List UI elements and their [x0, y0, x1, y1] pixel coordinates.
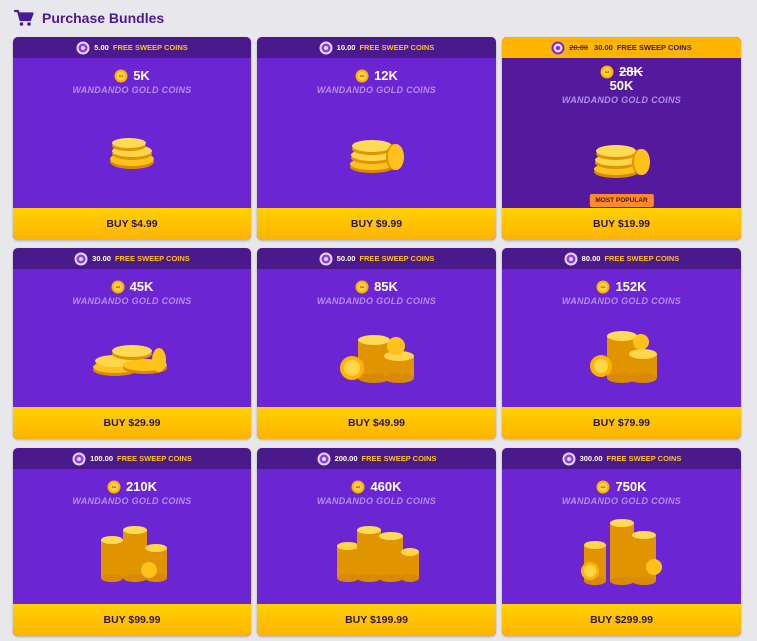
gold-amount: 12K: [374, 68, 398, 83]
coin-stack-image: [257, 306, 496, 407]
sweep-amount: 80.00: [581, 254, 601, 263]
sweep-label: FREE SWEEP COINS: [604, 254, 680, 263]
sweep-amount: 30.00: [594, 43, 613, 52]
sweep-label: FREE SWEEP COINS: [117, 454, 192, 463]
bundle-card: 80.00 FREE SWEEP COINS 152K WANDANDO GOL…: [502, 248, 741, 439]
bundle-card: 100.00 FREE SWEEP COINS 210K WANDANDO GO…: [13, 448, 251, 636]
gold-coin-icon: [355, 280, 369, 293]
gold-amount: 460K: [370, 479, 402, 494]
sweep-label: FREE SWEEP COINS: [606, 454, 682, 463]
sweep-amount: 10.00: [336, 43, 356, 52]
coin-stack-image: [13, 506, 251, 604]
sweep-coin-icon: [76, 41, 90, 54]
sweep-bonus-bar: 100.00 FREE SWEEP COINS: [13, 448, 251, 469]
sweep-coin-icon: [319, 252, 333, 265]
gold-coin-label: WANDANDO GOLD COINS: [72, 496, 192, 506]
sweep-amount: 200.00: [334, 454, 358, 463]
gold-coin-icon: [351, 480, 365, 493]
gold-coin-icon: [114, 69, 128, 82]
gold-amount: 50K: [609, 78, 634, 93]
sweep-coin-icon: [564, 252, 578, 265]
gold-coin-icon: [600, 65, 614, 78]
sweep-bonus-bar: 200.00 FREE SWEEP COINS: [257, 448, 496, 469]
gold-coin-label: WANDANDO GOLD COINS: [561, 496, 682, 506]
buy-button[interactable]: BUY $4.99: [13, 208, 251, 240]
gold-coin-label: WANDANDO GOLD COINS: [72, 296, 192, 306]
most-popular-badge: MOST POPULAR: [589, 194, 654, 207]
bundle-card-featured: 20.00 30.00 FREE SWEEP COINS 28K 50K WAN…: [502, 37, 741, 240]
buy-button[interactable]: BUY $49.99: [257, 407, 496, 439]
page-title: Purchase Bundles: [42, 10, 165, 26]
sweep-label: FREE SWEEP COINS: [359, 43, 435, 52]
sweep-amount: 5.00: [94, 43, 109, 52]
gold-coin-label: WANDANDO GOLD COINS: [72, 85, 192, 95]
sweep-amount: 30.00: [92, 254, 111, 263]
bundle-card: 50.00 FREE SWEEP COINS 85K WANDANDO GOLD…: [257, 248, 496, 439]
sweep-label: FREE SWEEP COINS: [112, 43, 188, 52]
coin-stack-image: [257, 95, 496, 208]
bundle-card: 5.00 FREE SWEEP COINS 5K WANDANDO GOLD C…: [13, 37, 251, 240]
sweep-bonus-bar: 5.00 FREE SWEEP COINS: [13, 37, 251, 58]
gold-amount: 750K: [615, 479, 647, 494]
bundle-card: 300.00 FREE SWEEP COINS 750K WANDANDO GO…: [502, 448, 741, 636]
sweep-label: FREE SWEEP COINS: [114, 254, 190, 263]
sweep-label: FREE SWEEP COINS: [359, 254, 435, 263]
bundle-card: 200.00 FREE SWEEP COINS 460K WANDANDO GO…: [257, 448, 496, 636]
gold-amount: 5K: [133, 68, 150, 83]
sweep-coin-icon: [319, 41, 333, 54]
sweep-coin-icon: [551, 41, 565, 54]
bundle-card: 30.00 FREE SWEEP COINS 45K WANDANDO GOLD…: [13, 248, 251, 439]
bundle-card: 10.00 FREE SWEEP COINS 12K WANDANDO GOLD…: [257, 37, 496, 240]
sweep-coin-icon: [72, 452, 86, 465]
gold-coin-label: WANDANDO GOLD COINS: [316, 85, 437, 95]
sweep-coin-icon: [317, 452, 331, 465]
coin-stack-image: [502, 306, 741, 407]
gold-coin-label: WANDANDO GOLD COINS: [316, 496, 437, 506]
buy-button[interactable]: BUY $19.99: [502, 208, 741, 240]
sweep-coin-icon: [74, 252, 88, 265]
gold-coin-icon: [596, 280, 610, 293]
sweep-label: FREE SWEEP COINS: [616, 43, 692, 52]
sweep-bonus-bar: 300.00 FREE SWEEP COINS: [502, 448, 741, 469]
buy-button[interactable]: BUY $299.99: [502, 604, 741, 636]
gold-coin-label: WANDANDO GOLD COINS: [316, 296, 437, 306]
sweep-amount: 300.00: [579, 454, 603, 463]
coin-stack-image: [13, 306, 251, 407]
gold-old-amount: 28K: [619, 64, 643, 79]
gold-coin-label: WANDANDO GOLD COINS: [561, 296, 682, 306]
sweep-bonus-bar: 10.00 FREE SWEEP COINS: [257, 37, 496, 58]
gold-coin-icon: [107, 480, 121, 493]
coin-stack-image: [502, 105, 741, 208]
sweep-bonus-bar: 80.00 FREE SWEEP COINS: [502, 248, 741, 269]
coin-stack-image: [257, 506, 496, 604]
sweep-coin-icon: [562, 452, 576, 465]
sweep-label: FREE SWEEP COINS: [361, 454, 437, 463]
buy-button[interactable]: BUY $99.99: [13, 604, 251, 636]
sweep-amount: 50.00: [336, 254, 356, 263]
coin-stack-image: [13, 95, 251, 208]
bundle-grid: 5.00 FREE SWEEP COINS 5K WANDANDO GOLD C…: [13, 37, 741, 636]
buy-button[interactable]: BUY $79.99: [502, 407, 741, 439]
gold-amount: 85K: [374, 279, 398, 294]
gold-coin-icon: [355, 69, 369, 82]
gold-coin-icon: [111, 280, 125, 293]
sweep-bonus-bar: 50.00 FREE SWEEP COINS: [257, 248, 496, 269]
sweep-amount: 100.00: [90, 454, 114, 463]
sweep-old-amount: 20.00: [569, 43, 589, 52]
cart-icon: [14, 9, 34, 26]
buy-button[interactable]: BUY $29.99: [13, 407, 251, 439]
page-header: Purchase Bundles: [14, 6, 164, 30]
gold-amount: 152K: [615, 279, 647, 294]
gold-coin-label: WANDANDO GOLD COINS: [561, 95, 682, 105]
gold-coin-icon: [596, 480, 610, 493]
coin-stack-image: [502, 506, 741, 604]
sweep-bonus-bar: 30.00 FREE SWEEP COINS: [13, 248, 251, 269]
gold-amount: 45K: [129, 279, 154, 294]
buy-button[interactable]: BUY $9.99: [257, 208, 496, 240]
gold-amount: 210K: [125, 479, 158, 494]
sweep-bonus-bar: 20.00 30.00 FREE SWEEP COINS: [502, 37, 741, 58]
buy-button[interactable]: BUY $199.99: [257, 604, 496, 636]
